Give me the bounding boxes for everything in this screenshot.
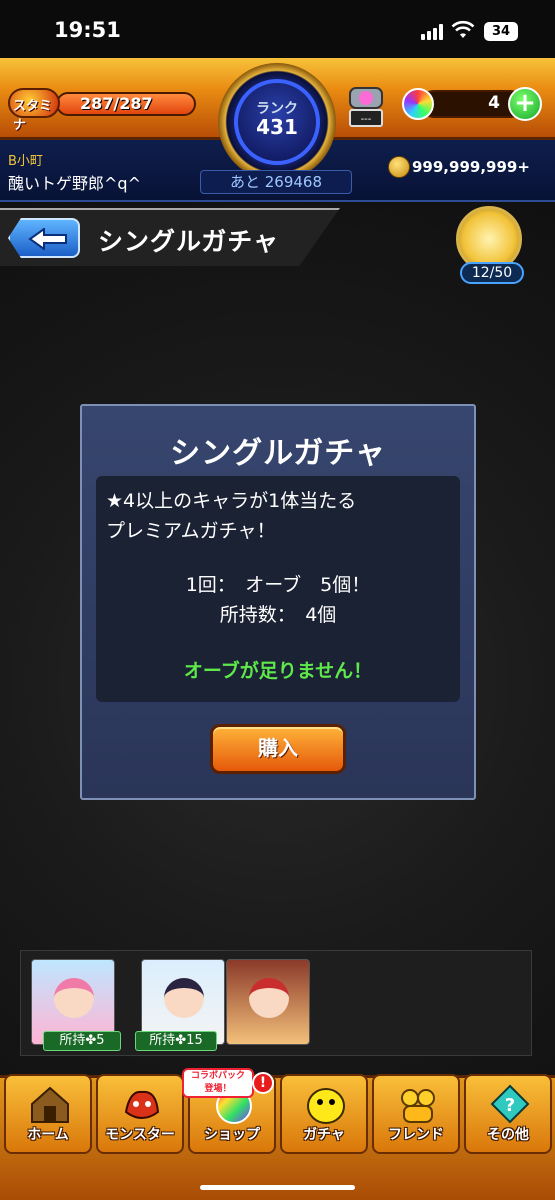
rank-next-exp: あと 269468: [200, 170, 352, 194]
wifi-icon: [451, 20, 475, 38]
description-line-1: ★4以上のキャラが1体当たる: [106, 490, 357, 512]
lucky-label: ---: [361, 114, 372, 125]
cellular-signal-icon: [421, 24, 445, 40]
player-rank-tag: B小町: [8, 154, 43, 169]
dialog-title: シングルガチャ: [170, 436, 386, 471]
owned-line: 所持数： 4個: [219, 604, 337, 626]
gacha-dialog: シングルガチャ ★4以上のキャラが1体当たる プレミアムガチャ！ 1回： オーブ…: [80, 404, 476, 800]
insufficient-orbs-warning: オーブが足りません！: [183, 660, 373, 682]
stamina-icon: スタミナ: [8, 88, 60, 133]
nav-label: その他: [487, 1127, 529, 1143]
back-arrow-icon: [28, 228, 67, 250]
dialog-description: ★4以上のキャラが1体当たる プレミアムガチャ！: [106, 486, 456, 546]
owned-tag: 所持✤15: [135, 1031, 217, 1051]
collab-badge-line-2: 登場！: [204, 1084, 232, 1094]
collab-pack-badge: コラボパック 登場！: [182, 1068, 254, 1098]
status-time: 19:51: [54, 18, 121, 42]
coin-count: 999,999,999+: [412, 158, 530, 176]
gacha-icon: [307, 1088, 345, 1124]
rank-value: 431: [256, 115, 298, 139]
friend-icon: [401, 1089, 435, 1123]
featured-characters: 所持✤5 所持✤15: [20, 950, 532, 1056]
alert-badge-icon: !: [252, 1072, 274, 1094]
nav-monster[interactable]: モンスター: [96, 1074, 184, 1154]
page-title: シングルガチャ: [98, 227, 280, 256]
dialog-content: ★4以上のキャラが1体当たる プレミアムガチャ！ 1回： オーブ 5個！ 所持数…: [96, 476, 460, 702]
cost-line: 1回： オーブ 5個！: [185, 574, 371, 596]
nav-label: ホーム: [27, 1127, 69, 1143]
nav-home[interactable]: ホーム: [4, 1074, 92, 1154]
nav-label: ガチャ: [303, 1127, 345, 1143]
nav-friend[interactable]: フレンド: [372, 1074, 460, 1154]
owned-tag: 所持✤5: [43, 1031, 121, 1051]
stamina-value: 287/287: [80, 94, 153, 113]
lucky-machine-icon[interactable]: ---: [346, 82, 386, 130]
monster-icon: [124, 1090, 160, 1119]
mission-counter: 12/50: [460, 262, 524, 284]
player-name: 醜いトゲ野郎^q^: [8, 174, 141, 193]
home-icon: [31, 1086, 69, 1123]
status-bar: 19:51 34: [0, 0, 555, 58]
nav-label: フレンド: [388, 1127, 444, 1143]
nav-gacha[interactable]: ガチャ: [280, 1074, 368, 1154]
svg-text:?: ?: [505, 1095, 515, 1116]
home-indicator[interactable]: [200, 1185, 355, 1190]
nav-label: モンスター: [105, 1127, 175, 1143]
orb-count: 4: [488, 93, 500, 113]
nav-other[interactable]: ? その他: [464, 1074, 552, 1154]
back-button[interactable]: [8, 218, 80, 258]
buy-button[interactable]: 購入: [210, 724, 346, 774]
coin-icon: [388, 156, 410, 178]
title-bar: シングルガチャ: [0, 208, 340, 266]
orb-icon: [402, 88, 434, 120]
nav-label: ショップ: [204, 1127, 260, 1143]
description-line-2: プレミアムガチャ！: [106, 520, 276, 542]
collab-badge-line-1: コラボパック: [190, 1071, 245, 1081]
featured-character-3[interactable]: [226, 959, 310, 1045]
other-icon: ?: [490, 1084, 530, 1124]
battery-indicator: 34: [484, 22, 518, 41]
stamina-label: スタミナ: [13, 99, 53, 133]
add-orb-button[interactable]: +: [508, 87, 542, 121]
